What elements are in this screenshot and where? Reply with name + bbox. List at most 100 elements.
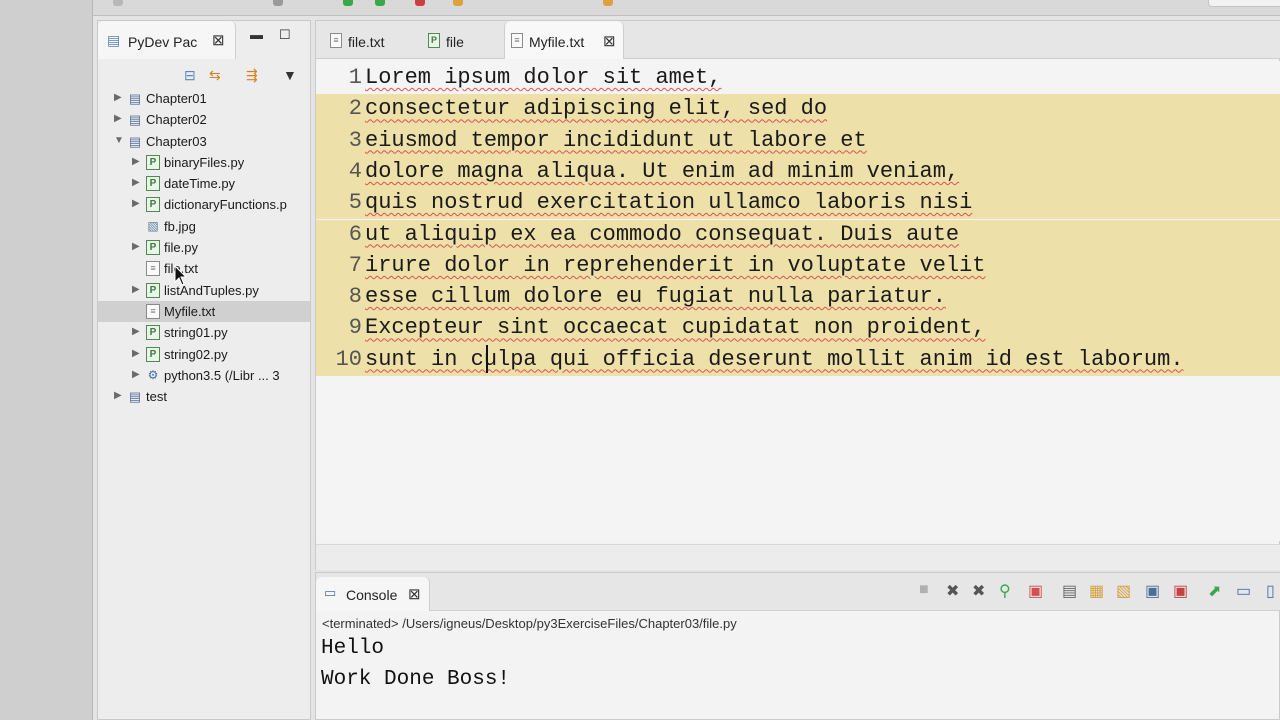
toolbar-icon[interactable] — [453, 0, 463, 6]
tree-item-label: dictionaryFunctions.p — [164, 197, 287, 213]
code-line[interactable]: 9 Excepteur sint occaecat cupidatat non p… — [316, 313, 1280, 345]
txt-file-icon: ≡ — [511, 33, 523, 48]
line-text: Lorem ipsum dolor sit amet, — [365, 65, 722, 90]
close-icon[interactable]: ⊠ — [603, 32, 616, 50]
tree-item-file-py[interactable]: ▶ Pfile.py — [98, 237, 310, 258]
collapsed-arrow-icon[interactable]: ▶ — [132, 156, 140, 167]
open-console-icon[interactable]: ⬈ — [1208, 581, 1221, 601]
tree-item-string02-py[interactable]: ▶ Pstring02.py — [98, 344, 310, 365]
tree-item-python3-5-libr-3[interactable]: ▶ ⚙ python3.5 (/Libr ... 3 — [98, 365, 310, 386]
tree-item-chapter02[interactable]: ▶ ▤ Chapter02 — [98, 109, 310, 130]
close-icon[interactable]: ⊠ — [212, 31, 225, 49]
tree-item-chapter03[interactable]: ▼ ▤ Chapter03 — [98, 131, 310, 152]
view-menu-chevron-down-icon[interactable]: ▼ — [283, 67, 297, 83]
collapsed-arrow-icon[interactable]: ▶ — [114, 92, 122, 103]
toolbar-icon[interactable] — [603, 0, 613, 6]
show-on-stdout-icon[interactable]: ▣ — [1145, 581, 1160, 601]
tree-item-file-txt[interactable]: ≡ file.txt — [98, 258, 310, 279]
scroll-lock-icon[interactable]: ▦ — [1089, 581, 1104, 601]
python-file-icon: P — [146, 197, 160, 213]
tab-console[interactable]: ▭ Console ⊠ — [316, 577, 430, 611]
pin-console-icon[interactable]: ⚲ — [999, 581, 1011, 601]
tab-pydev-package-explorer[interactable]: ▤ PyDev Pac ⊠ — [98, 21, 236, 59]
collapsed-arrow-icon[interactable]: ▶ — [114, 390, 122, 401]
filters-icon[interactable]: ⇶ — [246, 67, 258, 84]
code-line[interactable]: 6 ut aliquip ex ea commodo consequat. Dui… — [316, 219, 1280, 251]
remove-launch-icon[interactable]: ✖ — [946, 581, 959, 601]
tree-item-chapter01[interactable]: ▶ ▤ Chapter01 — [98, 88, 310, 109]
tree-item-label: dateTime.py — [164, 176, 236, 192]
tree-item-binaryfiles-py[interactable]: ▶ PbinaryFiles.py — [98, 152, 310, 173]
collapsed-arrow-icon[interactable]: ▶ — [132, 348, 140, 359]
line-text: Excepteur sint occaecat cupidatat non pr… — [365, 315, 986, 341]
tab-myfile-txt[interactable]: ≡ Myfile.txt ⊠ — [504, 21, 624, 59]
collapsed-arrow-icon[interactable]: ▶ — [132, 198, 140, 209]
toolbar-icon[interactable] — [113, 0, 123, 6]
main-toolbar — [93, 0, 1280, 16]
collapsed-arrow-icon[interactable]: ▶ — [132, 177, 140, 188]
collapsed-arrow-icon[interactable]: ▶ — [132, 369, 140, 380]
terminate-icon[interactable]: ■ — [919, 581, 929, 599]
code-line[interactable]: 4 dolore magna aliqua. Ut enim ad minim v… — [316, 156, 1280, 189]
tree-item-dictionaryfunctions-p[interactable]: ▶ PdictionaryFunctions.p — [98, 194, 310, 215]
display-selected-console-icon[interactable]: ▣ — [1028, 581, 1043, 601]
word-wrap-icon[interactable]: ▧ — [1116, 581, 1131, 601]
run-icon[interactable] — [343, 0, 353, 6]
stop-icon[interactable] — [415, 0, 425, 6]
collapse-all-icon[interactable]: ⊟ — [184, 67, 196, 84]
run-icon[interactable] — [375, 0, 385, 6]
display-console-icon[interactable]: ▭ — [1236, 581, 1251, 601]
remove-all-terminated-icon[interactable]: ✖ — [972, 581, 985, 601]
python-file-icon: P — [146, 346, 160, 362]
line-number: 3 — [348, 127, 362, 153]
view-menu-icon[interactable]: ▯ — [1266, 581, 1275, 601]
maximize-icon[interactable]: ☐ — [279, 27, 291, 43]
code-line[interactable]: 5 quis nostrud exercitation ullamco labor… — [316, 188, 1280, 220]
editor-tab-bar: ≡ file.txt Pfile ≡ Myfile.txt ⊠ — [316, 21, 1280, 59]
line-number: 8 — [348, 284, 362, 310]
tree-item-test[interactable]: ▶ ▤ test — [98, 386, 310, 407]
collapsed-arrow-icon[interactable]: ▶ — [132, 241, 140, 252]
clear-console-icon[interactable]: ▤ — [1062, 581, 1077, 601]
code-line[interactable]: 2 consectetur adipiscing elit, sed do — [316, 94, 1280, 126]
line-number: 9 — [348, 315, 362, 341]
tree-item-label: python3.5 (/Libr ... 3 — [164, 367, 280, 383]
console-view: ▭ Console ⊠ ■ ✖ ✖ ⚲ ▣ ▤ ▦ ▧ ▣ ▣ ⬈ ▭ ▯ <t… — [315, 572, 1280, 720]
tree-item-listandtuples-py[interactable]: ▶ PlistAndTuples.py — [98, 280, 310, 301]
txt-file-icon: ≡ — [330, 33, 342, 48]
code-line[interactable]: 3 eiusmod tempor incididunt ut labore et — [316, 125, 1280, 157]
tree-item-label: test — [146, 389, 167, 405]
code-line[interactable]: 10 sunt in culpa qui officia deserunt mol… — [316, 344, 1280, 376]
editor-text-area[interactable]: 1 Lorem ipsum dolor sit amet, 2 consectetur… — [316, 61, 1280, 541]
line-number: 2 — [348, 96, 362, 122]
link-with-editor-icon[interactable]: ⇆ — [209, 67, 221, 84]
console-output-line: Work Done Boss! — [321, 668, 511, 691]
show-on-stderr-icon[interactable]: ▣ — [1173, 581, 1188, 601]
tree-item-label: string01.py — [164, 325, 228, 341]
python-interpreter-icon: ⚙ — [147, 367, 159, 382]
code-line[interactable]: 7 irure dolor in reprehenderit in volupta… — [316, 250, 1280, 283]
minimize-icon[interactable]: ▬ — [250, 27, 263, 42]
quick-access-field[interactable] — [1208, 0, 1280, 7]
tree-item-datetime-py[interactable]: ▶ PdateTime.py — [98, 173, 310, 194]
editor-horizontal-scrollbar[interactable] — [316, 544, 1280, 570]
collapsed-arrow-icon[interactable]: ▶ — [132, 284, 140, 295]
console-output-line: Hello — [321, 637, 385, 660]
collapsed-arrow-icon[interactable]: ▶ — [132, 326, 140, 337]
tree-item-fb-jpg[interactable]: ▧ fb.jpg — [98, 216, 310, 237]
tab-file[interactable]: Pfile — [422, 21, 502, 59]
py-file-icon: P — [428, 33, 440, 48]
python-file-icon: P — [146, 325, 160, 341]
tab-file-txt[interactable]: ≡ file.txt — [324, 21, 416, 59]
toolbar-icon[interactable] — [273, 0, 283, 6]
text-file-icon: ≡ — [146, 261, 160, 277]
tree-item-label: fb.jpg — [164, 218, 196, 234]
collapsed-arrow-icon[interactable]: ▶ — [114, 113, 122, 124]
close-icon[interactable]: ⊠ — [408, 585, 421, 603]
project-folder-icon: ▤ — [128, 389, 142, 405]
code-line[interactable]: 1 Lorem ipsum dolor sit amet, — [316, 63, 1280, 94]
tree-item-myfile-txt[interactable]: ≡ Myfile.txt — [98, 300, 310, 323]
tree-item-string01-py[interactable]: ▶ Pstring01.py — [98, 322, 310, 343]
expanded-arrow-icon[interactable]: ▼ — [114, 135, 124, 146]
code-line[interactable]: 8 esse cillum dolore eu fugiat nulla pari… — [316, 282, 1280, 314]
